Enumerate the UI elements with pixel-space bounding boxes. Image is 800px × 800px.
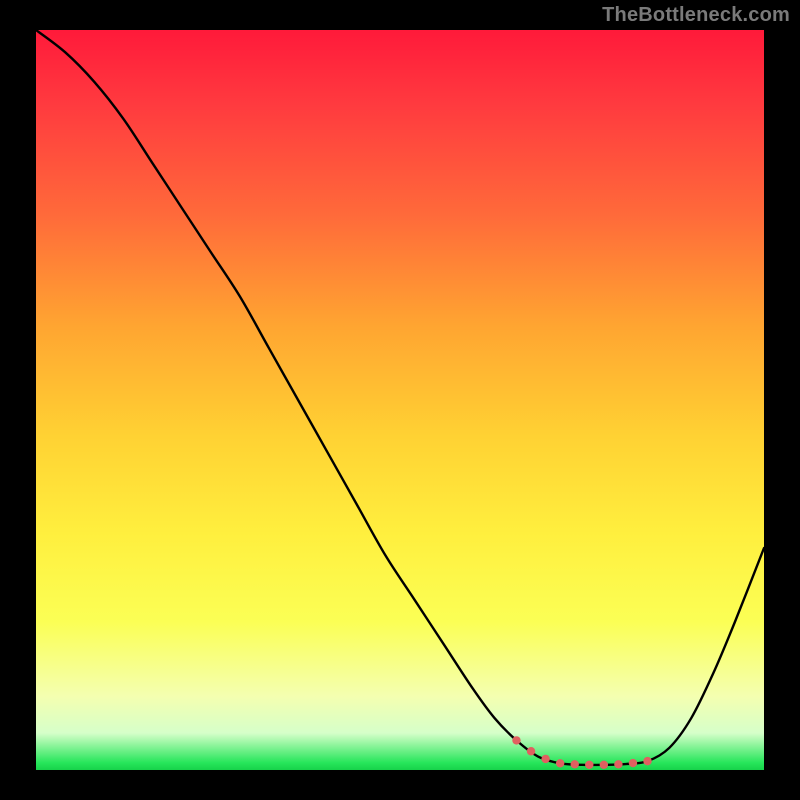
bottleneck-curve [36, 30, 764, 765]
chart-frame: TheBottleneck.com [0, 0, 800, 800]
attribution-text: TheBottleneck.com [602, 4, 790, 27]
min-marker [512, 736, 520, 744]
plot-area [36, 30, 764, 770]
min-marker [643, 757, 651, 765]
curve-layer [36, 30, 764, 770]
min-marker [571, 760, 579, 768]
min-marker [541, 755, 549, 763]
min-marker [556, 759, 564, 767]
min-marker [600, 761, 608, 769]
min-marker [614, 760, 622, 768]
min-marker [527, 747, 535, 755]
min-marker [629, 759, 637, 767]
min-marker [585, 761, 593, 769]
